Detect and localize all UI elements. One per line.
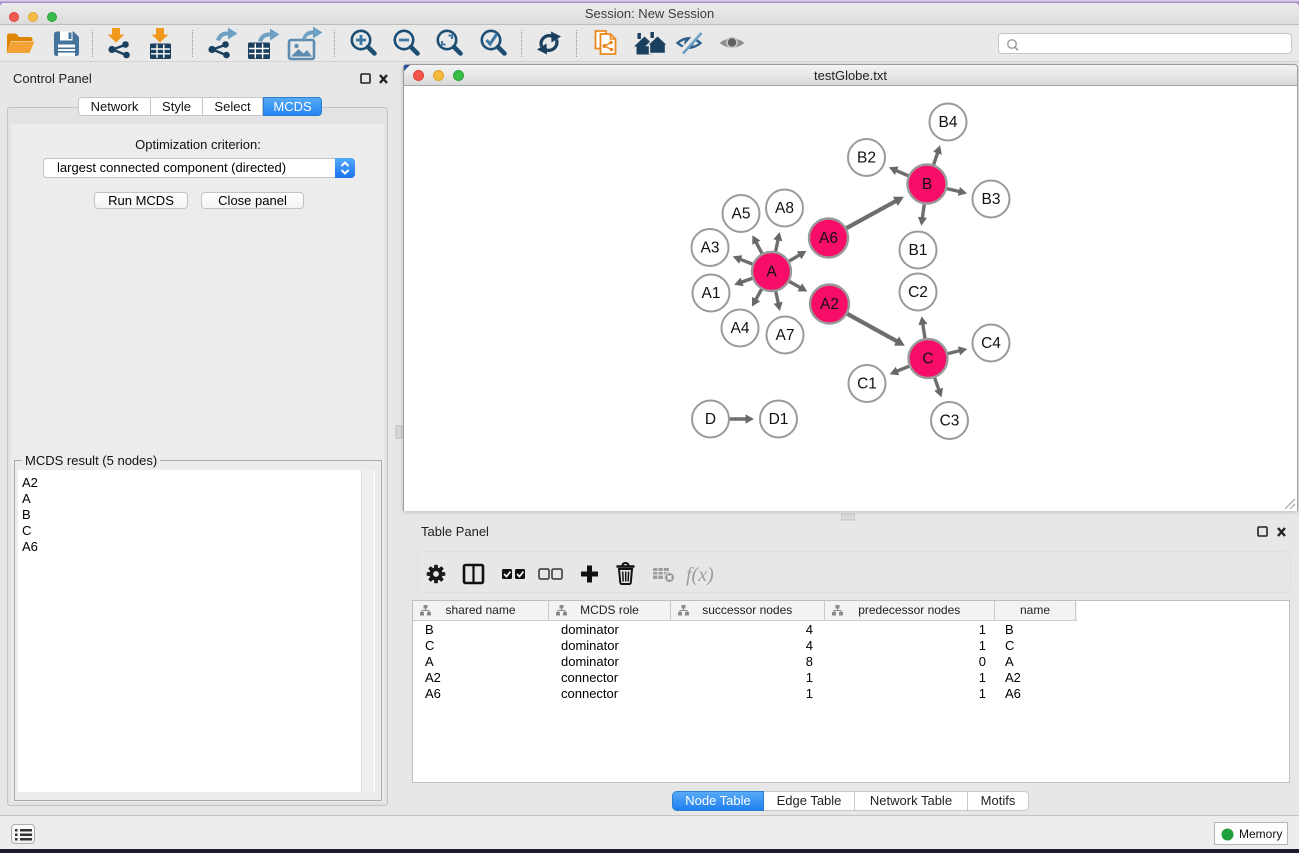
svg-text:A2: A2: [820, 296, 839, 313]
svg-text:A4: A4: [731, 320, 750, 337]
svg-text:B2: B2: [857, 150, 876, 167]
svg-text:B1: B1: [909, 242, 928, 259]
svg-text:A8: A8: [775, 200, 794, 217]
svg-text:A3: A3: [701, 240, 720, 257]
svg-text:C: C: [922, 351, 933, 368]
svg-text:A7: A7: [776, 327, 795, 344]
svg-text:A5: A5: [732, 206, 751, 223]
svg-text:B4: B4: [939, 114, 958, 131]
svg-text:C1: C1: [857, 376, 877, 393]
svg-text:A1: A1: [702, 285, 721, 302]
svg-text:D: D: [705, 411, 716, 428]
svg-text:C2: C2: [908, 284, 928, 301]
svg-text:A: A: [766, 264, 777, 281]
svg-text:B3: B3: [982, 191, 1001, 208]
svg-text:B: B: [922, 176, 932, 193]
svg-text:A6: A6: [819, 230, 838, 247]
svg-text:C3: C3: [940, 413, 960, 430]
svg-text:f(x): f(x): [686, 564, 714, 586]
svg-text:D1: D1: [769, 411, 789, 428]
svg-text:C4: C4: [981, 335, 1001, 352]
